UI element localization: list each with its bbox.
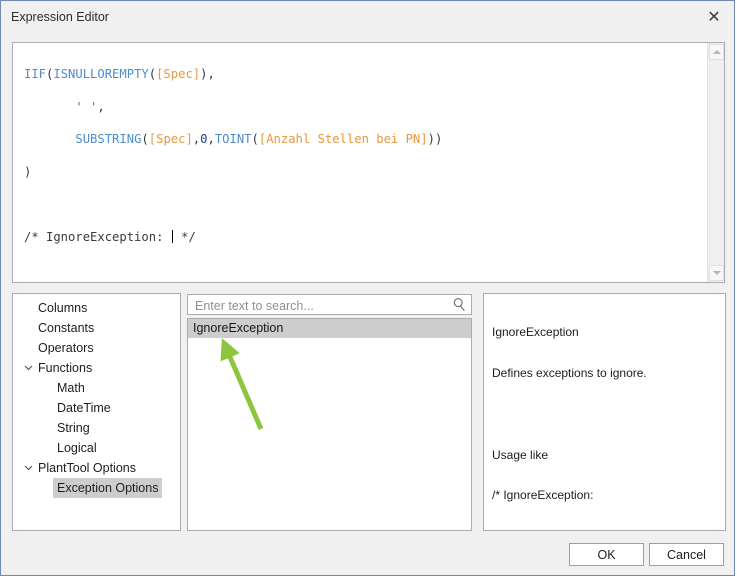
ok-button[interactable]: OK bbox=[569, 543, 644, 566]
description-line-blank bbox=[492, 408, 721, 422]
tree-item-planttool-options[interactable]: PlantTool Options bbox=[13, 458, 180, 478]
tree-item-label: Functions bbox=[38, 361, 93, 375]
code-token: IIF bbox=[24, 67, 47, 82]
category-tree[interactable]: Columns Constants Operators Functions Ma… bbox=[12, 293, 181, 531]
tree-item-label: Exception Options bbox=[53, 478, 163, 498]
tree-item-constants[interactable]: Constants bbox=[13, 318, 180, 338]
tree-item-string[interactable]: String bbox=[13, 418, 180, 438]
code-line-comment: /* IgnoreException: */ bbox=[24, 229, 704, 245]
expression-code-text[interactable]: IIF(ISNULLOREMPTY([Spec]), ' ', SUBSTRIN… bbox=[24, 50, 704, 278]
tree-item-label: Logical bbox=[57, 441, 97, 455]
tree-item-operators[interactable]: Operators bbox=[13, 338, 180, 358]
expression-editor-dialog: Expression Editor ✕ IIF(ISNULLOREMPTY([S… bbox=[0, 0, 735, 576]
code-token: , bbox=[97, 99, 105, 114]
description-text: IgnoreException Defines exceptions to ig… bbox=[492, 299, 721, 530]
code-token: ( bbox=[141, 132, 149, 147]
description-line: IgnoreException bbox=[492, 325, 579, 340]
description-line: Defines exceptions to ignore. bbox=[492, 365, 647, 380]
code-token: TOINT bbox=[214, 132, 252, 147]
code-token: ISNULLOREMPTY bbox=[53, 67, 149, 82]
tree-item-exception-options[interactable]: Exception Options bbox=[13, 478, 180, 498]
list-item[interactable]: IgnoreException bbox=[188, 319, 471, 338]
code-token: [Spec] bbox=[148, 132, 193, 147]
description-line: /* IgnoreException: bbox=[492, 488, 594, 503]
tree-item-label: Math bbox=[57, 381, 85, 395]
code-token: , bbox=[207, 132, 215, 147]
description-panel: IgnoreException Defines exceptions to ig… bbox=[483, 293, 726, 531]
code-line: ' ', bbox=[24, 99, 704, 115]
tree-item-label: Operators bbox=[38, 341, 94, 355]
editor-vertical-scrollbar[interactable] bbox=[707, 43, 724, 282]
tree-item-label: DateTime bbox=[57, 401, 111, 415]
code-token: )) bbox=[427, 132, 443, 147]
tree-item-datetime[interactable]: DateTime bbox=[13, 398, 180, 418]
code-line: SUBSTRING([Spec],0,TOINT([Anzahl Stellen… bbox=[24, 131, 704, 147]
close-icon[interactable]: ✕ bbox=[701, 5, 727, 31]
tree-item-logical[interactable]: Logical bbox=[13, 438, 180, 458]
title-bar: Expression Editor ✕ bbox=[1, 1, 734, 34]
expression-code-editor[interactable]: IIF(ISNULLOREMPTY([Spec]), ' ', SUBSTRIN… bbox=[12, 42, 725, 283]
triangle-up-icon bbox=[712, 50, 721, 54]
search-input[interactable] bbox=[193, 295, 447, 316]
tree-item-label: Constants bbox=[38, 321, 95, 335]
window-title: Expression Editor bbox=[11, 10, 109, 24]
scroll-down-icon[interactable] bbox=[709, 265, 724, 281]
code-token: [Spec] bbox=[156, 67, 201, 82]
code-line: IIF(ISNULLOREMPTY([Spec]), bbox=[24, 66, 704, 82]
tree-item-label: PlantTool Options bbox=[38, 461, 136, 475]
tree-item-label: Columns bbox=[38, 301, 88, 315]
description-line: System.ArgumentOutOfRangeException */ bbox=[492, 529, 719, 530]
code-token: SUBSTRING bbox=[75, 132, 142, 147]
code-token: ) bbox=[24, 165, 32, 180]
search-field[interactable] bbox=[187, 294, 472, 316]
triangle-down-icon bbox=[712, 271, 721, 275]
code-comment-after: */ bbox=[173, 230, 196, 245]
tree-item-math[interactable]: Math bbox=[13, 378, 180, 398]
search-results-list[interactable]: IgnoreException bbox=[187, 318, 472, 531]
code-token: ' ' bbox=[75, 99, 98, 114]
search-icon[interactable] bbox=[452, 297, 467, 312]
code-line: ) bbox=[24, 164, 704, 180]
chevron-down-icon[interactable] bbox=[22, 358, 34, 378]
chevron-down-icon[interactable] bbox=[22, 458, 34, 478]
tree-item-label: String bbox=[57, 421, 90, 435]
code-token: ( bbox=[251, 132, 259, 147]
tree-item-functions[interactable]: Functions bbox=[13, 358, 180, 378]
scroll-up-icon[interactable] bbox=[709, 44, 724, 60]
tree-item-columns[interactable]: Columns bbox=[13, 298, 180, 318]
code-token: [Anzahl Stellen bei PN] bbox=[258, 132, 428, 147]
text-cursor bbox=[171, 230, 173, 244]
code-comment-before: /* IgnoreException: bbox=[24, 230, 171, 245]
code-token: ( bbox=[148, 67, 157, 82]
cancel-button[interactable]: Cancel bbox=[649, 543, 724, 566]
description-line: Usage like bbox=[492, 447, 549, 462]
code-token: ), bbox=[200, 67, 215, 82]
